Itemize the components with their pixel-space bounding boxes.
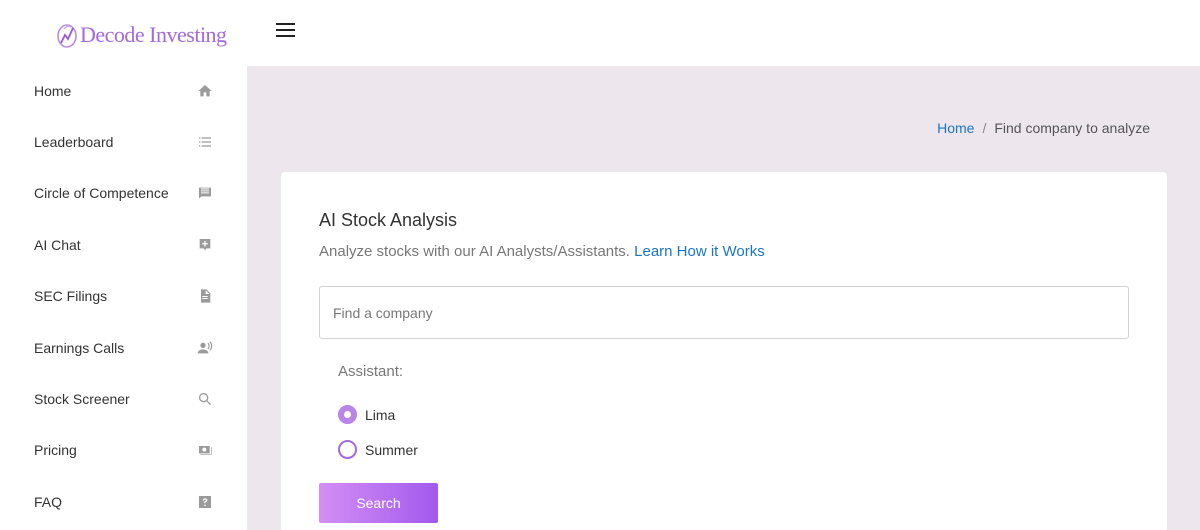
list-icon — [197, 134, 213, 150]
document-icon — [197, 288, 213, 304]
sidebar-item-label: AI Chat — [34, 236, 81, 253]
sidebar-item-stock-screener[interactable]: Stock Screener — [0, 373, 247, 424]
sidebar-item-label: Circle of Competence — [34, 185, 169, 202]
breadcrumb-separator: / — [982, 120, 987, 136]
subtitle-text: Analyze stocks with our AI Analysts/Assi… — [319, 243, 630, 260]
sidebar-item-label: Earnings Calls — [34, 339, 125, 356]
breadcrumb: Home / Find company to analyze — [937, 120, 1150, 136]
app-root: Decode Investing Home Leaderboard Circle… — [0, 0, 1200, 530]
radio-summer[interactable] — [338, 440, 357, 459]
logo-text: Decode Investing — [80, 22, 227, 47]
radio-option-lima[interactable]: Lima — [338, 405, 395, 424]
sidebar-item-pricing[interactable]: Pricing — [0, 425, 247, 476]
sidebar-item-label: FAQ — [34, 493, 63, 510]
sidebar-item-sec-filings[interactable]: SEC Filings — [0, 271, 247, 322]
sidebar-item-label: Home — [34, 82, 72, 99]
message-icon — [197, 185, 213, 201]
sidebar-item-ai-chat[interactable]: AI Chat — [0, 219, 247, 270]
topbar — [247, 0, 1200, 66]
radio-option-summer[interactable]: Summer — [338, 440, 418, 459]
sidebar-item-label: Leaderboard — [34, 134, 114, 151]
money-icon — [197, 442, 213, 458]
question-icon — [197, 494, 213, 510]
radio-lima[interactable] — [338, 405, 357, 424]
learn-how-link[interactable]: Learn How it Works — [634, 243, 765, 260]
main-content: Home / Find company to analyze AI Stock … — [247, 66, 1200, 530]
sidebar: Decode Investing Home Leaderboard Circle… — [0, 0, 247, 530]
search-icon — [197, 391, 213, 407]
sidebar-item-label: Pricing — [34, 442, 77, 459]
company-search-input[interactable] — [319, 286, 1129, 339]
home-icon — [197, 83, 213, 99]
radio-label-summer: Summer — [365, 441, 418, 458]
logo-icon — [57, 24, 77, 48]
breadcrumb-current: Find company to analyze — [994, 120, 1150, 136]
sidebar-item-leaderboard[interactable]: Leaderboard — [0, 116, 247, 167]
sidebar-item-label: Stock Screener — [34, 391, 130, 408]
page-title: AI Stock Analysis — [319, 210, 458, 230]
assistant-label: Assistant: — [338, 363, 404, 380]
sidebar-item-home[interactable]: Home — [0, 65, 247, 116]
card-subtitle: Analyze stocks with our AI Analysts/Assi… — [319, 243, 765, 260]
hamburger-icon[interactable] — [276, 23, 296, 39]
radio-label-lima: Lima — [365, 406, 396, 423]
sidebar-item-faq[interactable]: FAQ — [0, 476, 247, 527]
breadcrumb-home-link[interactable]: Home — [937, 120, 974, 136]
add-chat-icon — [197, 237, 213, 253]
analysis-card: AI Stock Analysis Analyze stocks with ou… — [281, 172, 1167, 530]
sidebar-item-earnings-calls[interactable]: Earnings Calls — [0, 322, 247, 373]
logo[interactable]: Decode Investing — [56, 18, 227, 52]
speaker-person-icon — [197, 340, 213, 356]
search-button[interactable]: Search — [319, 483, 438, 523]
sidebar-item-label: SEC Filings — [34, 288, 108, 305]
sidebar-nav: Home Leaderboard Circle of Competence AI… — [0, 65, 247, 528]
sidebar-item-circle-of-competence[interactable]: Circle of Competence — [0, 168, 247, 219]
